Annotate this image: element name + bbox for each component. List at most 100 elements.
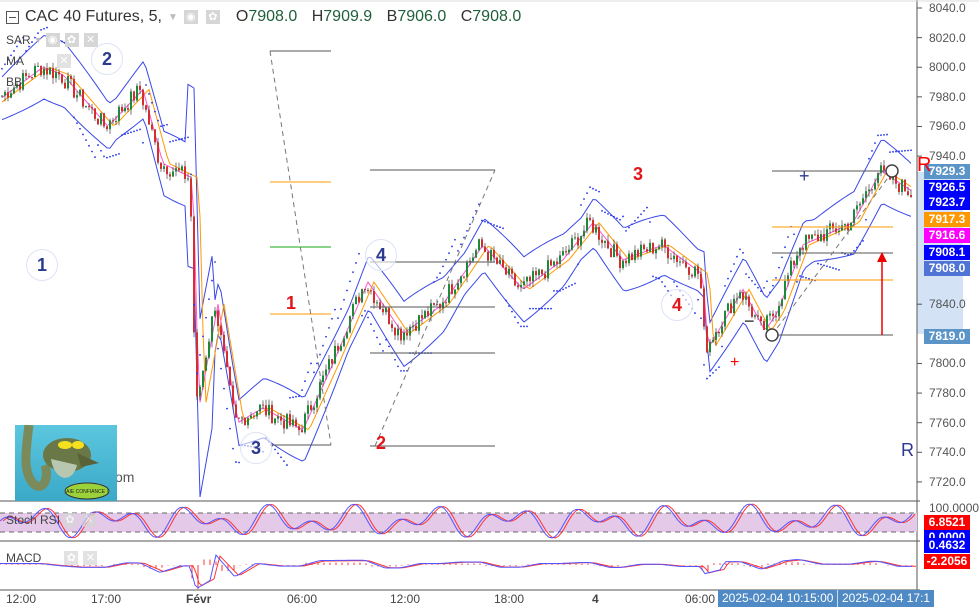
- candle: [511, 268, 513, 274]
- candle: [448, 284, 450, 303]
- symbol-title[interactable]: CAC 40 Futures, 5,: [25, 8, 162, 26]
- sar-dot: [838, 268, 840, 271]
- indicator-stoch-rsi[interactable]: Stoch RSI ✿ ✕: [6, 513, 98, 527]
- candle: [211, 316, 213, 342]
- sar-dot: [106, 156, 108, 159]
- eye-icon[interactable]: ◉: [183, 10, 198, 24]
- candle: [445, 302, 447, 304]
- sar-dot: [208, 298, 210, 301]
- sar-dot: [292, 396, 294, 399]
- wave-label[interactable]: 1: [26, 249, 58, 281]
- candle: [832, 223, 834, 229]
- wave-label[interactable]: 2: [91, 43, 123, 75]
- candle: [76, 95, 78, 98]
- sar-dot: [223, 387, 225, 390]
- sar-dot: [673, 281, 675, 283]
- sar-dot: [181, 137, 183, 140]
- sar-dot: [760, 290, 762, 293]
- sar-dot: [721, 345, 723, 348]
- sar-dot: [529, 307, 531, 310]
- stoch-k-badge: 6.8521: [924, 515, 970, 530]
- sar-dot: [754, 283, 756, 286]
- wave-label[interactable]: 2: [365, 427, 397, 459]
- gear-icon[interactable]: ✿: [64, 33, 79, 47]
- close-icon[interactable]: ✕: [83, 551, 98, 565]
- sar-dot: [676, 285, 678, 288]
- plus-marker[interactable]: +: [799, 166, 810, 187]
- wave-label[interactable]: 4: [661, 289, 693, 321]
- candle: [187, 178, 189, 180]
- sar-dot: [343, 298, 345, 301]
- chevron-down-icon[interactable]: ▼: [168, 12, 178, 23]
- candle: [316, 398, 318, 408]
- candle: [1, 95, 3, 97]
- sar-dot: [883, 133, 885, 136]
- close-icon[interactable]: ✕: [82, 513, 97, 527]
- wave-label[interactable]: 4: [365, 239, 397, 271]
- r-marker[interactable]: R: [917, 154, 931, 177]
- gear-icon[interactable]: ✿: [205, 10, 220, 24]
- chevron-down-icon[interactable]: ▼: [34, 35, 43, 45]
- wave-label[interactable]: 1: [275, 287, 307, 319]
- indicator-ma[interactable]: MA ✕: [6, 54, 73, 68]
- close-icon[interactable]: ✕: [57, 54, 71, 68]
- candle: [160, 162, 162, 169]
- candle: [643, 244, 645, 250]
- sar-dot: [619, 218, 621, 221]
- r-marker[interactable]: R: [901, 440, 914, 461]
- sar-dot: [130, 131, 132, 134]
- sar-dot: [499, 226, 501, 229]
- indicator-sar[interactable]: SAR ▼ ◉ ✿ ✕: [6, 33, 100, 47]
- close-icon[interactable]: ✕: [83, 33, 98, 47]
- wave-label[interactable]: 3: [240, 432, 272, 464]
- candle: [184, 166, 186, 179]
- sar-dot: [796, 280, 798, 283]
- minus-marker[interactable]: −: [744, 311, 755, 332]
- candle: [427, 311, 429, 316]
- candle: [757, 315, 759, 317]
- sar-dot: [865, 218, 867, 221]
- candle: [220, 326, 222, 336]
- sar-dot: [355, 262, 357, 264]
- candle: [574, 237, 576, 239]
- indicator-macd[interactable]: MACD ✿ ✕: [6, 551, 99, 565]
- sar-dot: [220, 367, 222, 370]
- sar-dot: [649, 221, 651, 223]
- indicator-bb[interactable]: BB: [6, 75, 22, 89]
- sar-dot: [187, 136, 189, 139]
- candle: [856, 205, 858, 210]
- sar-dot: [124, 133, 126, 136]
- price-badge: 7819.0: [924, 329, 970, 344]
- candle: [877, 173, 879, 183]
- candle: [196, 332, 198, 397]
- plus-marker[interactable]: +: [730, 354, 739, 372]
- collapse-icon[interactable]: [6, 10, 19, 24]
- trend-line: [269, 50, 332, 446]
- gear-icon[interactable]: ✿: [64, 551, 79, 565]
- price-badge: 7926.5: [924, 180, 970, 195]
- sar-dot: [466, 229, 468, 232]
- sar-dot: [364, 309, 366, 312]
- sar-dot: [508, 305, 510, 307]
- candle: [115, 120, 117, 122]
- eye-icon[interactable]: ◉: [45, 33, 60, 47]
- price-tick: 7940.0: [929, 149, 966, 164]
- candle: [502, 259, 504, 268]
- candle: [454, 289, 456, 294]
- sar-dot: [379, 343, 381, 346]
- candle: [910, 194, 912, 198]
- price-chart[interactable]: [0, 0, 979, 607]
- candle: [121, 106, 123, 112]
- candle: [379, 302, 381, 309]
- sar-dot: [664, 285, 666, 288]
- candle: [523, 281, 525, 286]
- candle: [67, 76, 69, 89]
- sar-dot: [862, 239, 864, 242]
- gear-icon[interactable]: ✿: [63, 513, 78, 527]
- sar-dot: [898, 150, 900, 153]
- candle: [601, 239, 603, 243]
- candle: [562, 251, 564, 256]
- wave-label[interactable]: 3: [622, 158, 654, 190]
- candle: [157, 142, 159, 163]
- candle: [526, 276, 528, 282]
